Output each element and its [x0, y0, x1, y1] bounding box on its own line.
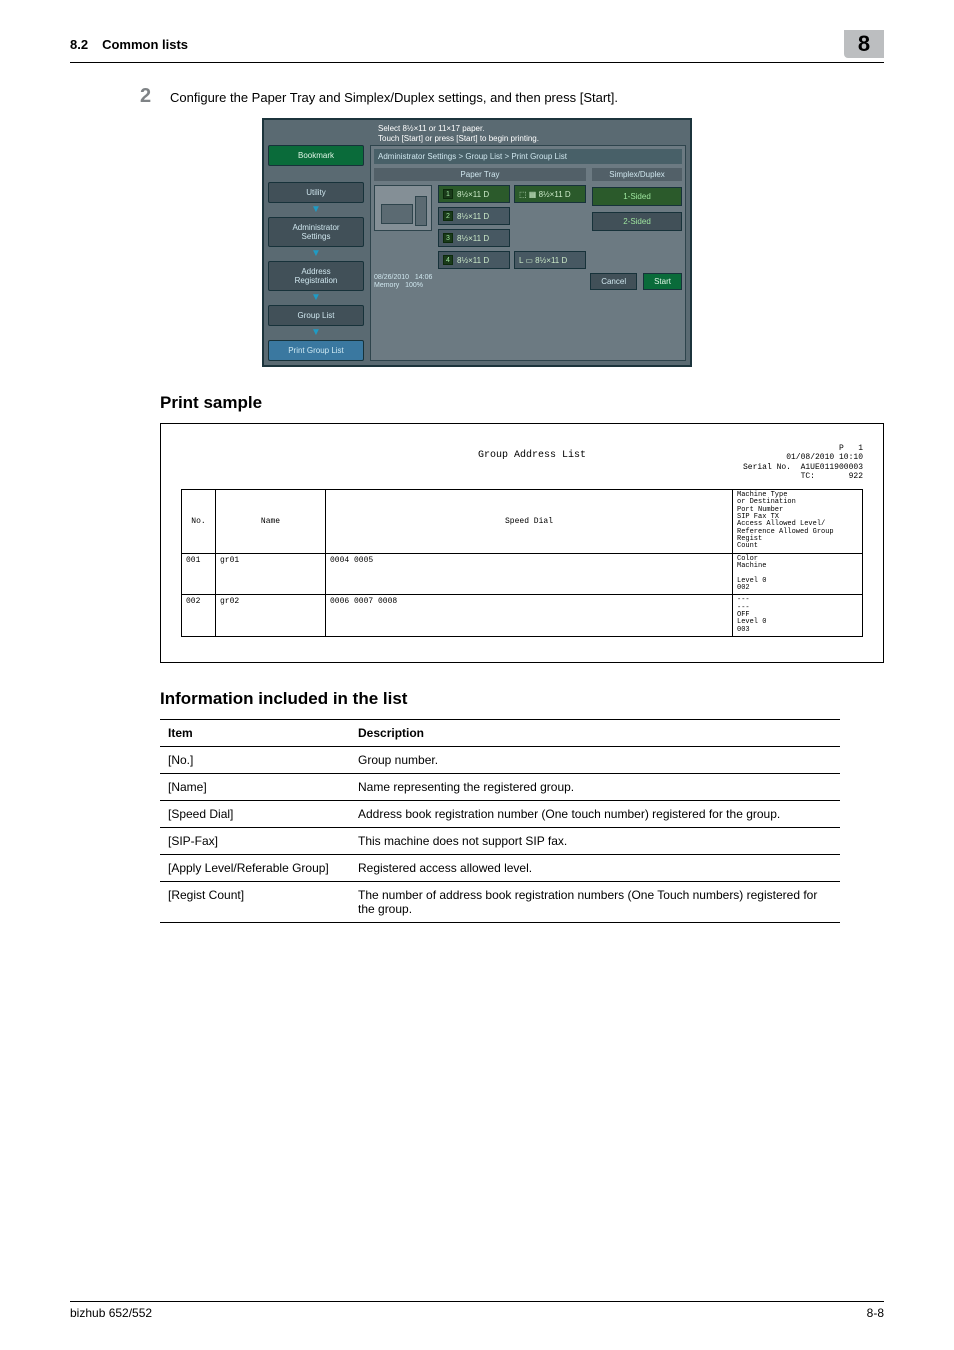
sidebar-admin-settings[interactable]: Administrator Settings — [268, 217, 364, 247]
th-name: Name — [216, 489, 326, 553]
th-no: No. — [182, 489, 216, 553]
th-speed: Speed Dial — [326, 489, 733, 553]
sidebar-print-group-list[interactable]: Print Group List — [268, 340, 364, 361]
print-sample-heading: Print sample — [160, 393, 884, 413]
table-row: 002 gr02 0006 0007 0008 --- --- OFF Leve… — [182, 595, 863, 637]
device-panel: Select 8½×11 or 11×17 paper. Touch [Star… — [262, 118, 692, 367]
step-text: Configure the Paper Tray and Simplex/Dup… — [170, 85, 618, 108]
instr-line-1: Select 8½×11 or 11×17 paper. — [378, 124, 686, 134]
panel-instruction: Select 8½×11 or 11×17 paper. Touch [Star… — [378, 124, 686, 143]
paper-tray-header: Paper Tray — [374, 168, 586, 181]
table-row: [Speed Dial]Address book registration nu… — [160, 801, 840, 828]
panel-sidebar: Bookmark Utility ▼ Administrator Setting… — [268, 145, 364, 361]
start-button[interactable]: Start — [643, 273, 682, 290]
arrow-down-icon: ▼ — [268, 330, 364, 336]
step-row: 2 Configure the Paper Tray and Simplex/D… — [140, 85, 884, 108]
section-title: Common lists — [102, 37, 844, 52]
cell-no: 001 — [182, 553, 216, 595]
tray-2-button[interactable]: 28½×11 D — [438, 207, 510, 225]
th-desc: Description — [350, 720, 840, 747]
tray-1b-button[interactable]: ⬚ ▦ 8½×11 D — [514, 185, 586, 203]
tray-3-label: 8½×11 D — [457, 234, 489, 243]
panel-main: Administrator Settings > Group List > Pr… — [370, 145, 686, 361]
table-row: [Apply Level/Referable Group]Registered … — [160, 855, 840, 882]
sidebar-group-list[interactable]: Group List — [268, 305, 364, 326]
sample-title: Group Address List — [321, 444, 743, 481]
cancel-button[interactable]: Cancel — [590, 273, 637, 290]
printer-illustration-icon — [374, 185, 432, 231]
cell-speed: 0004 0005 — [326, 553, 733, 595]
table-row: [Name]Name representing the registered g… — [160, 774, 840, 801]
table-row: 001 gr01 0004 0005 Color Machine Level 0… — [182, 553, 863, 595]
tray-1-button[interactable]: 18½×11 D — [438, 185, 510, 203]
step-number: 2 — [140, 85, 170, 108]
cell-speed: 0006 0007 0008 — [326, 595, 733, 637]
section-number: 8.2 — [70, 37, 88, 52]
page-footer: bizhub 652/552 8-8 — [70, 1301, 884, 1320]
info-heading: Information included in the list — [160, 689, 884, 709]
panel-breadcrumb: Administrator Settings > Group List > Pr… — [374, 149, 682, 164]
tray-3-button[interactable]: 38½×11 D — [438, 229, 510, 247]
tray-1-label: 8½×11 D — [457, 190, 489, 199]
page-header: 8.2 Common lists 8 — [70, 30, 884, 63]
arrow-down-icon: ▼ — [268, 207, 364, 213]
footer-left: bizhub 652/552 — [70, 1306, 867, 1320]
footer-right: 8-8 — [867, 1306, 884, 1320]
tray-4-label: 8½×11 D — [457, 256, 489, 265]
cell-meta: Color Machine Level 0 002 — [733, 553, 863, 595]
tray-4-button[interactable]: 48½×11 D — [438, 251, 510, 269]
print-sample-box: Group Address List P 1 01/08/2010 10:10 … — [160, 423, 884, 663]
info-table: Item Description [No.]Group number. [Nam… — [160, 719, 840, 923]
sidebar-utility[interactable]: Utility — [268, 182, 364, 203]
arrow-down-icon: ▼ — [268, 251, 364, 257]
two-sided-button[interactable]: 2-Sided — [592, 212, 682, 231]
bookmark-button[interactable]: Bookmark — [268, 145, 364, 166]
sample-meta: P 1 01/08/2010 10:10 Serial No. A1UE0119… — [743, 444, 863, 481]
duplex-header: Simplex/Duplex — [592, 168, 682, 181]
footer-datetime: 08/26/2010 14:06 Memory 100% — [374, 274, 432, 289]
cell-no: 002 — [182, 595, 216, 637]
cell-name: gr01 — [216, 553, 326, 595]
instr-line-2: Touch [Start] or press [Start] to begin … — [378, 134, 686, 144]
chapter-badge: 8 — [844, 30, 884, 58]
sample-table: No. Name Speed Dial Machine Type or Dest… — [181, 489, 863, 637]
arrow-down-icon: ▼ — [268, 295, 364, 301]
one-sided-button[interactable]: 1-Sided — [592, 187, 682, 206]
cell-name: gr02 — [216, 595, 326, 637]
device-panel-wrap: Select 8½×11 or 11×17 paper. Touch [Star… — [70, 118, 884, 367]
tray-1b-label: ⬚ ▦ 8½×11 D — [519, 190, 571, 199]
table-row: [SIP-Fax]This machine does not support S… — [160, 828, 840, 855]
tray-2-label: 8½×11 D — [457, 212, 489, 221]
tray-4b-label: L ▭ 8½×11 D — [519, 256, 567, 265]
tray-4b-button[interactable]: L ▭ 8½×11 D — [514, 251, 586, 269]
table-row: [Regist Count]The number of address book… — [160, 882, 840, 923]
sidebar-address-registration[interactable]: Address Registration — [268, 261, 364, 291]
th-item: Item — [160, 720, 350, 747]
cell-meta: --- --- OFF Level 0 003 — [733, 595, 863, 637]
th-meta: Machine Type or Destination Port Number … — [733, 489, 863, 553]
table-row: [No.]Group number. — [160, 747, 840, 774]
